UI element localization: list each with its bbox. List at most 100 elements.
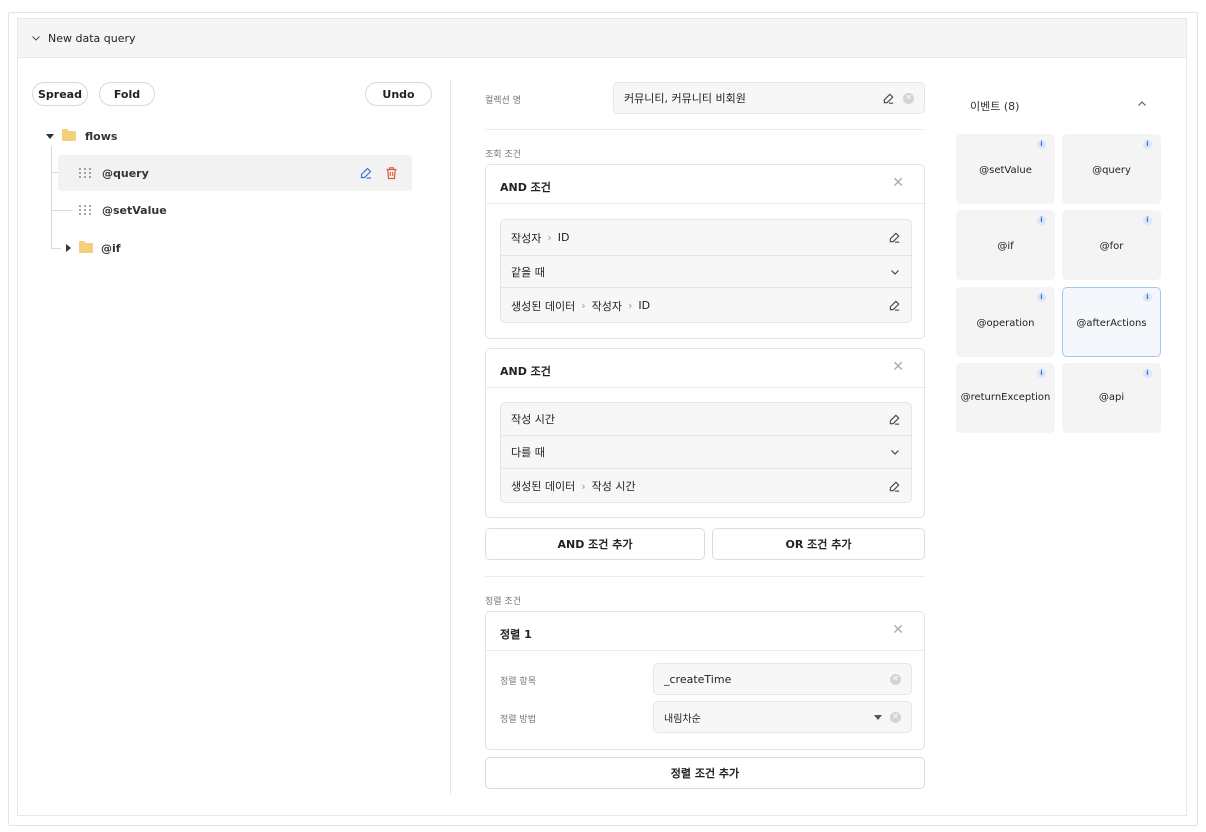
condition-target-part: 생성된 데이터 xyxy=(511,480,576,493)
edit-icon[interactable] xyxy=(888,299,901,312)
condition-operator-value: 다를 때 xyxy=(511,446,545,459)
condition-group-card: AND 조건 ✕ 작성 시간 다를 때 생성된 데이터 › 작성 시간 xyxy=(485,348,925,518)
edit-icon[interactable] xyxy=(359,166,373,180)
condition-field-part: ID xyxy=(557,231,570,244)
sort-card: 정렬 1 ✕ 정렬 항목 _createTime ✕ 정렬 방법 내림차순 ✕ xyxy=(485,611,925,750)
condition-operator-select[interactable]: 다를 때 xyxy=(501,436,911,468)
close-icon[interactable]: ✕ xyxy=(892,360,904,374)
tree-guide-line xyxy=(51,248,61,249)
trash-icon[interactable] xyxy=(385,166,398,180)
info-icon[interactable]: i xyxy=(1037,140,1046,149)
condition-field-row[interactable]: 작성 시간 xyxy=(501,403,911,435)
tree-guide-line xyxy=(51,146,52,249)
sort-item-label: 정렬 항목 xyxy=(500,677,536,687)
sort-conditions-label: 정렬 조건 xyxy=(485,597,521,607)
event-card-label: @returnException xyxy=(960,392,1051,403)
info-icon[interactable]: i xyxy=(1143,369,1152,378)
divider xyxy=(486,387,924,388)
fold-button[interactable]: Fold xyxy=(99,82,155,106)
edit-icon[interactable] xyxy=(888,231,901,244)
tree-item-query[interactable]: @query xyxy=(58,155,412,191)
tree-root-label: flows xyxy=(85,129,118,143)
query-conditions-label: 조회 조건 xyxy=(485,150,521,160)
breadcrumb-separator-icon: › xyxy=(547,231,552,244)
sort-method-value: 내림차순 xyxy=(664,713,701,725)
close-icon[interactable]: ✕ xyxy=(892,623,904,637)
divider xyxy=(486,650,924,651)
info-icon[interactable]: i xyxy=(1037,216,1046,225)
sort-card-title: 정렬 1 xyxy=(500,628,532,641)
condition-field-row[interactable]: 작성자 › ID xyxy=(501,220,911,255)
sort-item-value: _createTime xyxy=(664,672,732,686)
tree-item-label: @setValue xyxy=(102,203,167,217)
event-card-label: @setValue xyxy=(979,165,1032,176)
condition-operator-value: 같을 때 xyxy=(511,265,545,279)
edit-icon[interactable] xyxy=(888,480,901,493)
event-card-for[interactable]: i @for xyxy=(1062,210,1161,280)
undo-button[interactable]: Undo xyxy=(365,82,432,106)
info-icon[interactable]: i xyxy=(1143,140,1152,149)
breadcrumb-separator-icon: › xyxy=(628,299,633,312)
drag-handle-icon[interactable] xyxy=(79,168,92,178)
event-card-label: @api xyxy=(1098,392,1125,403)
folder-icon xyxy=(62,129,76,141)
chevron-down-icon xyxy=(889,266,901,278)
event-card-query[interactable]: i @query xyxy=(1062,134,1161,204)
edit-icon[interactable] xyxy=(888,413,901,426)
info-icon[interactable]: i xyxy=(1143,216,1152,225)
condition-group-card: AND 조건 ✕ 작성자 › ID 같을 때 생성된 데이터 › 작성자 › I… xyxy=(485,164,925,339)
folder-icon xyxy=(79,241,93,253)
event-card-setvalue[interactable]: i @setValue xyxy=(956,134,1055,204)
add-and-condition-button[interactable]: AND 조건 추가 xyxy=(485,528,705,560)
tree-item-setvalue[interactable]: @setValue xyxy=(79,202,167,218)
collection-label: 컬렉션 명 xyxy=(485,96,521,106)
condition-target-part: ID xyxy=(638,299,651,312)
info-icon[interactable]: i xyxy=(1037,369,1046,378)
tree-guide-line xyxy=(51,210,73,211)
sort-method-select[interactable]: 내림차순 ✕ xyxy=(653,701,912,733)
event-card-api[interactable]: i @api xyxy=(1062,363,1161,433)
condition-group-title: AND 조건 xyxy=(500,181,551,194)
condition-target-row[interactable]: 생성된 데이터 › 작성 시간 xyxy=(501,469,911,503)
collection-field[interactable]: 커뮤니티, 커뮤니티 비회원 ✕ xyxy=(613,82,925,114)
add-or-condition-button[interactable]: OR 조건 추가 xyxy=(712,528,925,560)
close-icon[interactable]: ✕ xyxy=(892,176,904,190)
edit-icon[interactable] xyxy=(882,92,895,105)
condition-field-part: 작성자 xyxy=(511,231,542,245)
event-card-label: @query xyxy=(1092,165,1131,176)
breadcrumb-separator-icon: › xyxy=(581,479,586,493)
sort-item-field[interactable]: _createTime ✕ xyxy=(653,663,912,695)
clear-icon[interactable]: ✕ xyxy=(890,711,901,723)
events-title: 이벤트 (8) xyxy=(970,100,1020,113)
breadcrumb-separator-icon: › xyxy=(581,299,586,312)
condition-field-part: 작성 시간 xyxy=(511,413,555,426)
tree-root-flows[interactable]: flows xyxy=(46,128,117,144)
tree-item-label: @if xyxy=(101,241,121,255)
spread-button[interactable]: Spread xyxy=(32,82,88,106)
event-card-if[interactable]: i @if xyxy=(956,210,1055,280)
clear-icon[interactable]: ✕ xyxy=(890,673,901,685)
event-card-returnexception[interactable]: i @returnException xyxy=(956,363,1055,433)
caret-right-icon[interactable] xyxy=(66,244,71,252)
event-card-afteractions[interactable]: i @afterActions xyxy=(1062,287,1161,357)
event-card-label: @operation xyxy=(976,318,1035,329)
event-card-operation[interactable]: i @operation xyxy=(956,287,1055,357)
divider xyxy=(485,129,925,130)
tree-item-if[interactable]: @if xyxy=(66,240,121,256)
chevron-down-icon xyxy=(889,446,901,458)
condition-operator-select[interactable]: 같을 때 xyxy=(501,256,911,287)
condition-box: 작성 시간 다를 때 생성된 데이터 › 작성 시간 xyxy=(500,402,912,503)
clear-icon[interactable]: ✕ xyxy=(903,92,914,104)
tree-item-label: @query xyxy=(102,166,149,180)
condition-target-row[interactable]: 생성된 데이터 › 작성자 › ID xyxy=(501,288,911,323)
condition-box: 작성자 › ID 같을 때 생성된 데이터 › 작성자 › ID xyxy=(500,219,912,323)
info-icon[interactable]: i xyxy=(1037,293,1046,302)
add-sort-condition-button[interactable]: 정렬 조건 추가 xyxy=(485,757,925,789)
info-icon[interactable]: i xyxy=(1143,293,1152,302)
sort-method-label: 정렬 방법 xyxy=(500,715,536,725)
condition-group-title: AND 조건 xyxy=(500,365,551,378)
drag-handle-icon[interactable] xyxy=(79,205,92,215)
panel-header[interactable]: New data query xyxy=(17,18,1187,58)
condition-target-part: 작성 시간 xyxy=(591,480,636,493)
chevron-up-icon[interactable] xyxy=(1136,98,1148,110)
